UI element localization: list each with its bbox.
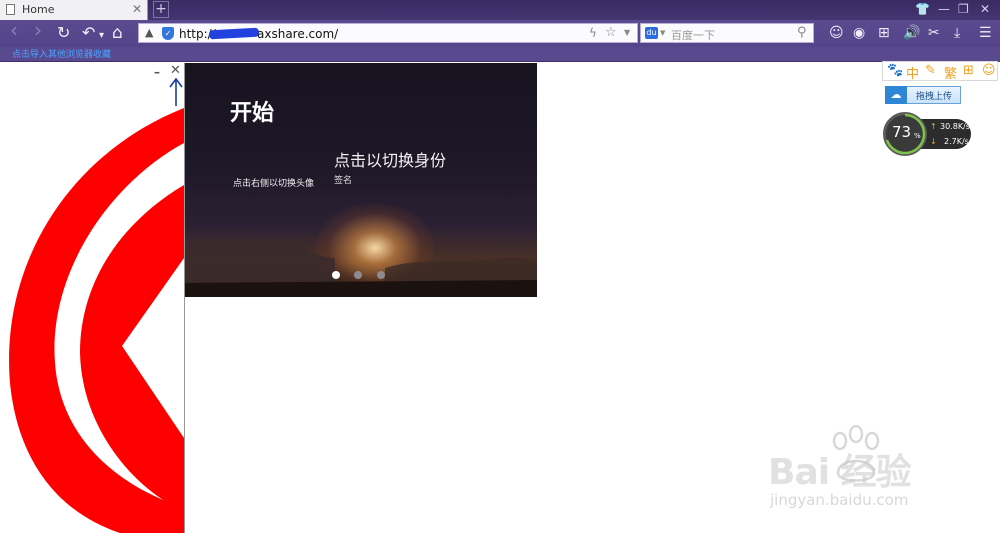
skin-icon[interactable]: 👕 xyxy=(915,2,930,16)
upload-arrow-icon: ↑ xyxy=(930,122,937,131)
upload-label: 拖拽上传 xyxy=(916,92,953,102)
page-icon xyxy=(6,4,15,15)
engine-dropdown-icon[interactable]: ▼ xyxy=(660,29,665,37)
minimize-window-button[interactable]: — xyxy=(938,2,950,16)
baidu-watermark: Bai 经验 jingyan.baidu.com xyxy=(762,425,972,525)
restore-window-button[interactable]: ❐ xyxy=(958,2,969,16)
menu-icon[interactable]: ☰ xyxy=(979,25,992,41)
input-method-toolbar: 🐾 中 ✎ 繁 ⊞ ☺ xyxy=(882,61,998,82)
url-domain[interactable]: axshare.com/ xyxy=(257,27,338,41)
speaker-icon[interactable]: 🔊 xyxy=(903,25,920,41)
memory-percent: 73 xyxy=(892,123,912,141)
switch-identity-link[interactable]: 点击以切换身份 xyxy=(334,147,446,171)
tab-title: Home xyxy=(22,3,55,16)
left-side-panel: – ✕ xyxy=(0,63,185,533)
screenshot-icon[interactable]: ◉ xyxy=(853,25,865,41)
lightning-icon[interactable]: ϟ xyxy=(589,26,597,40)
carousel-dot-1[interactable] xyxy=(332,271,340,279)
carousel-dot-2[interactable] xyxy=(354,271,362,279)
tab-home[interactable]: Home ✕ xyxy=(0,0,148,20)
rocket-icon: ▲ xyxy=(145,26,154,39)
home-button[interactable]: ⌂ xyxy=(112,24,123,42)
search-placeholder[interactable]: 百度一下 xyxy=(671,27,715,43)
traditional-chinese-icon[interactable]: 繁 xyxy=(944,63,957,82)
percent-sign: % xyxy=(914,132,921,140)
search-input[interactable]: du ▼ 百度一下 ⚲ xyxy=(640,23,814,43)
bookmark-bar: 点击导入其他浏览器收藏 xyxy=(0,47,1000,62)
search-engine-icon[interactable]: du xyxy=(645,27,658,39)
watermark-brand: Bai 经验 xyxy=(768,452,912,493)
redaction-mark xyxy=(208,27,260,40)
avatar-hint[interactable]: 点击右侧以切换头像 xyxy=(233,176,314,189)
search-icon[interactable]: ⚲ xyxy=(797,25,807,40)
watermark-url: jingyan.baidu.com xyxy=(770,491,909,509)
download-speed: 2.7K/s xyxy=(944,137,969,146)
star-icon[interactable]: ☆ xyxy=(605,25,617,40)
upload-speed: 30.8K/s xyxy=(940,122,970,131)
network-speed-widget[interactable]: ↑ 30.8K/s ↓ 2.7K/s 73 % xyxy=(883,112,973,156)
cloud-icon: ☁ xyxy=(885,86,907,104)
panel-minimize-button[interactable]: – xyxy=(154,65,160,79)
hero-banner: 开始 点击右侧以切换头像 点击以切换身份 签名 xyxy=(185,63,537,297)
reload-button[interactable]: ↻ xyxy=(57,24,70,42)
horizon-clouds xyxy=(185,239,537,297)
back-button[interactable]: ‹ xyxy=(10,20,18,40)
import-bookmarks-link[interactable]: 点击导入其他浏览器收藏 xyxy=(12,47,111,60)
navigation-bar: ‹ › ↻ ↶ ▾ ⌂ ▲ ✓ http:// axshare.com/ ϟ ☆… xyxy=(0,20,1000,47)
panel-close-button[interactable]: ✕ xyxy=(170,63,181,78)
undo-close-button[interactable]: ↶ xyxy=(82,24,95,42)
tab-bar: Home ✕ + 👕 — ❐ ✕ xyxy=(0,0,1000,20)
carousel-dot-3[interactable] xyxy=(377,271,385,279)
download-arrow-icon: ↓ xyxy=(930,137,937,146)
pen-icon[interactable]: ✎ xyxy=(925,63,936,78)
arrow-up-icon xyxy=(169,77,183,106)
smiley-icon[interactable]: ☺ xyxy=(982,63,996,78)
close-window-button[interactable]: ✕ xyxy=(980,2,990,16)
apps-grid-icon[interactable]: ⊞ xyxy=(878,25,890,41)
paw-icon[interactable]: 🐾 xyxy=(887,63,903,78)
tab-close-icon[interactable]: ✕ xyxy=(132,2,142,16)
address-bar[interactable]: ▲ ✓ http:// axshare.com/ ϟ ☆ ▼ xyxy=(138,23,638,43)
hero-title: 开始 xyxy=(230,101,275,126)
new-tab-button[interactable]: + xyxy=(153,1,169,18)
forward-button[interactable]: › xyxy=(34,20,42,40)
chinese-mode-icon[interactable]: 中 xyxy=(906,63,919,82)
red-logo xyxy=(9,108,184,533)
chat-icon[interactable]: ☺ xyxy=(829,25,844,41)
undo-dropdown-icon[interactable]: ▾ xyxy=(99,27,104,45)
grid-icon[interactable]: ⊞ xyxy=(963,63,974,78)
drag-upload-button[interactable]: ☁ 拖拽上传 xyxy=(885,86,961,104)
download-icon[interactable]: ⤓ xyxy=(954,25,960,41)
chevron-down-icon[interactable]: ▼ xyxy=(624,28,630,37)
shield-icon[interactable]: ✓ xyxy=(162,27,174,40)
signature-text: 签名 xyxy=(334,176,353,186)
scissors-icon[interactable]: ✂ xyxy=(928,25,940,41)
